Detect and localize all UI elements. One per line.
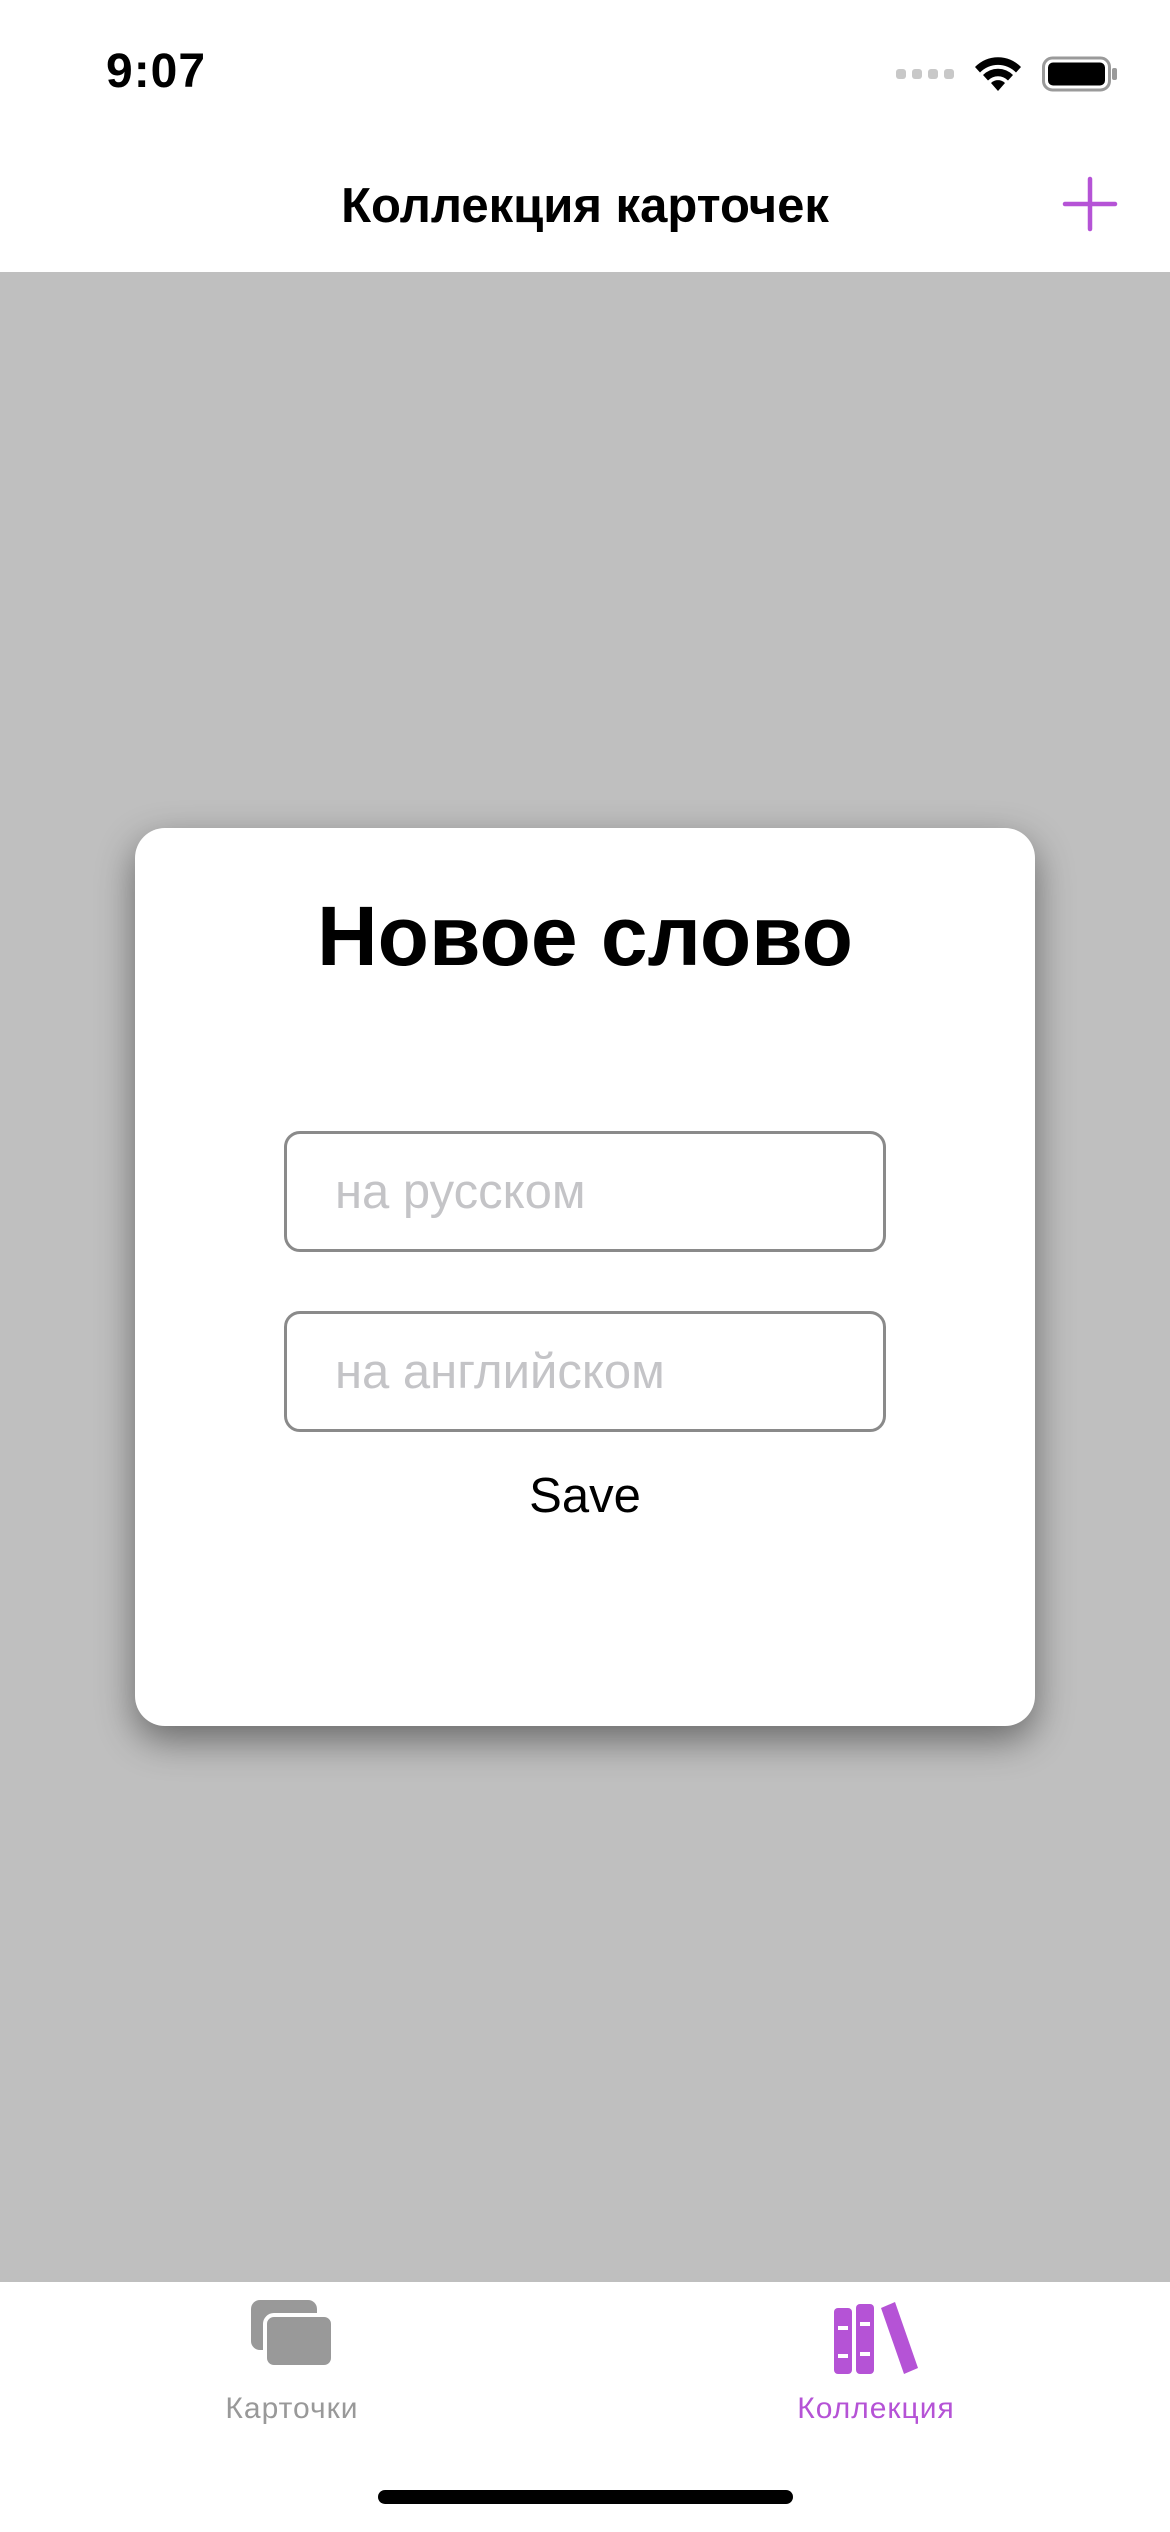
english-word-input[interactable] [284,1311,886,1432]
nav-title: Коллекция карточек [341,179,829,233]
plus-icon [1062,176,1118,232]
status-bar: 9:07 [0,0,1170,140]
tab-collection[interactable]: Коллекция [726,2282,1026,2442]
tab-cards-label: Карточки [225,2392,359,2425]
home-indicator[interactable] [378,2490,793,2504]
signal-dots-icon [896,69,954,79]
tab-collection-label: Коллекция [797,2392,955,2425]
status-icons [896,54,1118,94]
navigation-bar: Коллекция карточек [0,140,1170,272]
app-screen: 9:07 Коллекция карточек Новое слово на р… [0,0,1170,2532]
books-icon [834,2302,918,2374]
modal-title: Новое слово [317,889,853,983]
tab-cards[interactable]: Карточки [142,2282,442,2442]
cards-stack-icon [251,2300,335,2369]
add-button[interactable] [1062,176,1118,232]
battery-icon [1042,56,1117,92]
russian-word-input[interactable] [284,1131,886,1252]
save-button[interactable]: Save [135,1468,1035,1524]
wifi-icon [975,57,1021,91]
status-time: 9:07 [106,45,207,98]
new-word-modal: Новое слово Save [135,828,1035,1726]
